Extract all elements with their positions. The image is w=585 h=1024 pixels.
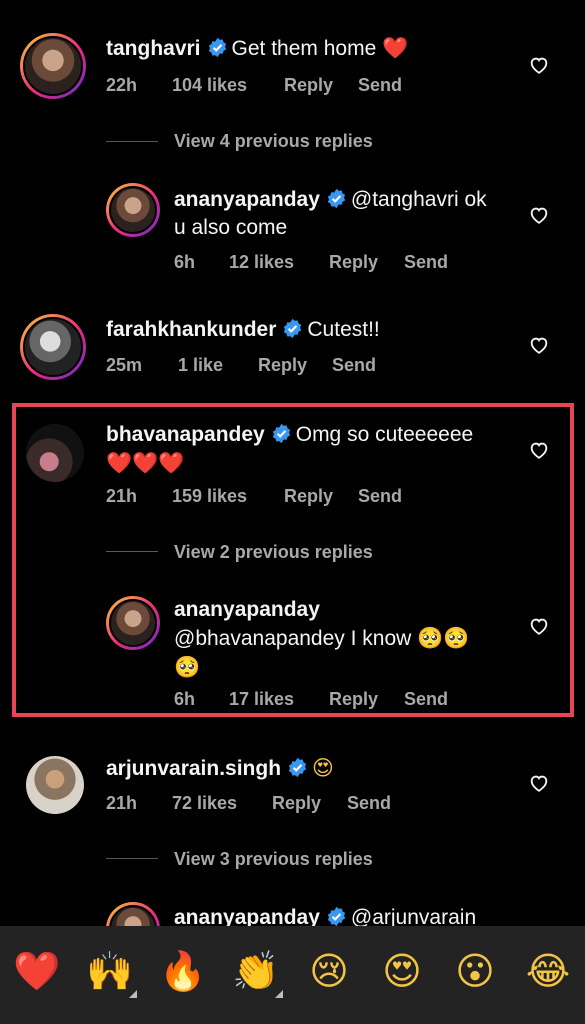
comment-username[interactable]: ananyapanday — [174, 188, 320, 211]
like-heart-icon[interactable] — [528, 54, 550, 76]
like-heart-icon[interactable] — [528, 615, 550, 637]
verified-badge-icon — [327, 188, 346, 209]
avatar[interactable] — [26, 424, 84, 482]
avatar[interactable] — [26, 756, 84, 814]
reaction-surprised-emoji[interactable]: 😮 — [450, 946, 500, 996]
reaction-heart-emoji[interactable]: ❤️ — [12, 946, 62, 996]
likes-count[interactable]: 104 likes — [172, 75, 247, 96]
avatar[interactable] — [106, 596, 160, 650]
comment-time: 21h — [106, 793, 138, 813]
comment-time: 25m — [106, 355, 143, 375]
likes-count[interactable]: 1 like — [178, 355, 223, 376]
comment-text-continued: u also come — [174, 216, 288, 239]
likes-count[interactable]: 159 likes — [172, 486, 247, 507]
send-button[interactable]: Send — [332, 355, 376, 376]
reply-button[interactable]: Reply — [258, 355, 307, 376]
like-heart-icon[interactable] — [528, 772, 550, 794]
avatar[interactable] — [20, 314, 86, 380]
verified-badge-icon — [208, 37, 226, 58]
view-previous-replies[interactable]: View 4 previous replies — [174, 131, 373, 152]
skin-tone-indicator — [275, 990, 283, 998]
view-previous-replies[interactable]: View 2 previous replies — [174, 542, 373, 563]
heart-emoji: ❤️ — [382, 36, 409, 60]
comment-text: Omg so cuteeeeee — [295, 423, 474, 446]
like-heart-icon[interactable] — [528, 204, 550, 226]
likes-count[interactable]: 72 likes — [172, 793, 237, 814]
divider — [106, 551, 158, 552]
comment-username[interactable]: bhavanapandey — [106, 423, 265, 446]
divider — [106, 858, 158, 859]
comment-username[interactable]: ananyapanday — [174, 598, 320, 621]
verified-badge-icon — [272, 423, 290, 444]
send-button[interactable]: Send — [358, 75, 402, 96]
like-heart-icon[interactable] — [528, 334, 550, 356]
reaction-raised-hands-emoji[interactable]: 🙌 — [85, 946, 135, 996]
pleading-emoji: 🥺 — [174, 655, 201, 679]
hearts-emoji: ❤️❤️❤️ — [106, 451, 185, 475]
reply-button[interactable]: Reply — [329, 252, 378, 273]
reaction-fire-emoji[interactable]: 🔥 — [158, 946, 208, 996]
emoji-reaction-bar: ❤️ 🙌 🔥 👏 😢 😍 😮 😂 — [0, 926, 585, 1024]
verified-badge-icon — [288, 757, 307, 778]
skin-tone-indicator — [129, 990, 137, 998]
send-button[interactable]: Send — [347, 793, 391, 814]
comment-username[interactable]: tanghavri — [106, 37, 201, 60]
comment-text: Get them home — [231, 37, 377, 60]
comment-username[interactable]: farahkhankunder — [106, 318, 276, 341]
reaction-crying-emoji[interactable]: 😢 — [304, 946, 354, 996]
likes-count[interactable]: 17 likes — [229, 689, 294, 710]
avatar[interactable] — [106, 183, 160, 237]
comment-time: 21h — [106, 486, 138, 506]
divider — [106, 141, 158, 142]
comment-username[interactable]: arjunvarain.singh — [106, 757, 281, 780]
reaction-clapping-emoji[interactable]: 👏 — [231, 946, 281, 996]
comment-text: Cutest!! — [307, 318, 380, 341]
verified-badge-icon — [284, 318, 302, 339]
comment-time: 6h — [174, 252, 196, 272]
comments-screen: tanghavri Get them home ❤️ 22h 104 likes … — [0, 0, 585, 1024]
view-previous-replies[interactable]: View 3 previous replies — [174, 849, 373, 870]
avatar[interactable] — [20, 33, 86, 99]
reaction-heart-eyes-emoji[interactable]: 😍 — [377, 946, 427, 996]
reaction-laughing-emoji[interactable]: 😂 — [523, 946, 573, 996]
likes-count[interactable]: 12 likes — [229, 252, 294, 273]
heart-eyes-emoji: 😍 — [312, 756, 334, 780]
comment-time: 6h — [174, 689, 196, 709]
comment-time: 22h — [106, 75, 138, 95]
send-button[interactable]: Send — [358, 486, 402, 507]
reply-button[interactable]: Reply — [284, 75, 333, 96]
reply-button[interactable]: Reply — [284, 486, 333, 507]
reply-button[interactable]: Reply — [329, 689, 378, 710]
comment-text: @tanghavri ok — [350, 188, 487, 211]
pleading-emoji: 🥺🥺 — [417, 626, 470, 650]
verified-badge-icon — [327, 906, 346, 927]
send-button[interactable]: Send — [404, 689, 448, 710]
comment-text: @bhavanapandey I know — [174, 627, 412, 650]
reply-button[interactable]: Reply — [272, 793, 321, 814]
send-button[interactable]: Send — [404, 252, 448, 273]
like-heart-icon[interactable] — [528, 439, 550, 461]
